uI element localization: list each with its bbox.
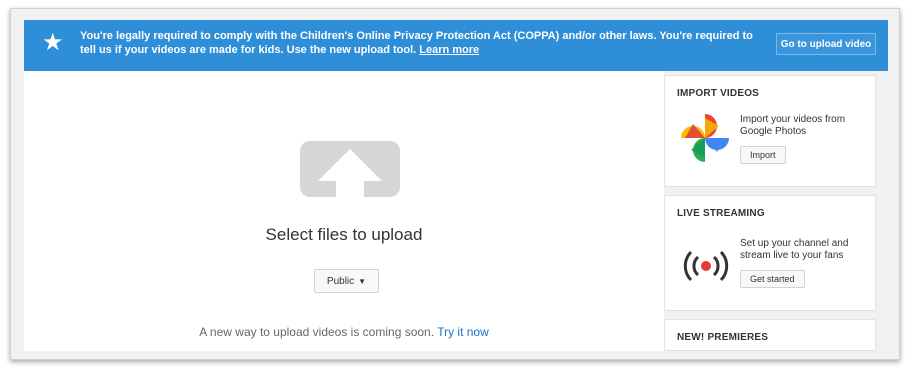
import-videos-description: Import your videos from Google Photos xyxy=(740,114,846,137)
try-it-now-link[interactable]: Try it now xyxy=(437,325,489,339)
get-started-button[interactable]: Get started xyxy=(740,270,805,288)
new-way-text: A new way to upload videos is coming soo… xyxy=(199,325,435,339)
live-streaming-description: Set up your channel and stream live to y… xyxy=(740,238,849,261)
learn-more-link[interactable]: Learn more xyxy=(419,44,479,56)
go-to-upload-video-button[interactable]: Go to upload video xyxy=(776,33,876,55)
import-button[interactable]: Import xyxy=(740,146,786,164)
live-broadcast-icon xyxy=(683,250,729,282)
live-streaming-title: LIVE STREAMING xyxy=(677,208,765,219)
import-videos-card: IMPORT VIDEOS Import your videos from Go… xyxy=(664,75,876,187)
google-photos-icon xyxy=(681,114,729,162)
select-files-title: Select files to upload xyxy=(265,225,423,244)
banner-message-text: You're legally required to comply with t… xyxy=(80,30,753,56)
privacy-dropdown[interactable]: Public ▼ xyxy=(314,269,379,293)
premieres-card: NEW! PREMIERES xyxy=(664,319,876,351)
upload-panel: Select files to upload Public ▼ A new wa… xyxy=(24,71,664,351)
star-icon: ★ xyxy=(42,29,64,56)
premieres-title: NEW! PREMIERES xyxy=(677,332,769,343)
caret-down-icon: ▼ xyxy=(358,276,367,286)
import-videos-title: IMPORT VIDEOS xyxy=(677,88,760,99)
privacy-value: Public xyxy=(326,275,355,287)
banner-message: You're legally required to comply with t… xyxy=(80,29,770,57)
upload-arrow-icon[interactable] xyxy=(300,141,400,197)
live-streaming-card: LIVE STREAMING Set up your channel and s… xyxy=(664,195,876,311)
coppa-notice-banner: ★ You're legally required to comply with… xyxy=(24,20,888,71)
new-upload-notice: A new way to upload videos is coming soo… xyxy=(24,325,664,339)
